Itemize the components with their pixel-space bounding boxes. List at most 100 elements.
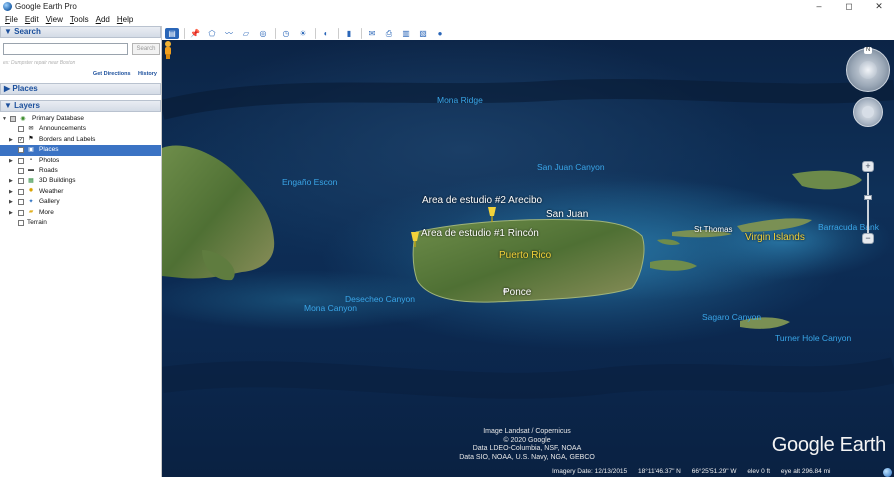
label-engano-escon: Engaño Escon — [282, 177, 338, 187]
layer-checkbox[interactable] — [18, 209, 24, 216]
polygon-icon[interactable]: ⬠ — [205, 28, 219, 39]
layer-label: Borders and Labels — [39, 135, 96, 143]
layer-checkbox[interactable] — [18, 219, 24, 226]
expand-arrow-icon[interactable]: ▶ — [9, 156, 15, 166]
toolbar: ▤ 📌 ⬠ 〰 ▱ ◎ ◷ ☀ ◐ ▮ ✉ ⎙ ▥ ▧ ● — [162, 26, 894, 40]
layer-checkbox[interactable] — [18, 167, 24, 174]
places-icon: ▣ — [28, 146, 34, 153]
label-virgin-islands[interactable]: Virgin Islands — [745, 232, 805, 243]
zoom-thumb[interactable] — [864, 195, 872, 200]
menu-file[interactable]: File — [5, 15, 18, 24]
expand-arrow-icon[interactable]: ▶ — [9, 135, 15, 145]
layer-checkbox[interactable] — [18, 126, 24, 133]
expand-arrow-icon[interactable]: ▶ — [9, 208, 15, 218]
layer-row-borders-labels[interactable]: ▶ ✓ ⚑ Borders and Labels — [0, 135, 161, 145]
image-overlay-icon[interactable]: ▱ — [239, 28, 253, 39]
collapse-arrow-icon[interactable]: ▼ — [2, 114, 8, 124]
earth-sphere-icon[interactable]: ● — [433, 28, 447, 39]
maximize-button[interactable]: ◻ — [834, 0, 864, 13]
layer-checkbox[interactable] — [18, 199, 24, 206]
map-view[interactable]: Mona Ridge San Juan Canyon Engaño Escon … — [162, 40, 894, 477]
planets-icon[interactable]: ◐ — [319, 28, 333, 39]
minimize-button[interactable]: – — [804, 0, 834, 13]
move-joystick-center[interactable] — [862, 106, 874, 118]
search-panel: ▼ Search Search ex: Dumpster repair near… — [0, 26, 161, 80]
email-icon[interactable]: ✉ — [365, 28, 379, 39]
placemark-icon[interactable]: 📌 — [188, 28, 202, 39]
print-icon[interactable]: ⎙ — [382, 28, 396, 39]
street-view-pegman-icon[interactable] — [162, 40, 174, 60]
menu-tools[interactable]: Tools — [70, 15, 89, 24]
expand-arrow-icon[interactable]: ▶ — [9, 187, 15, 197]
expand-arrow-icon[interactable]: ▶ — [9, 176, 15, 186]
history-link[interactable]: History — [138, 71, 157, 77]
layer-checkbox[interactable] — [18, 178, 24, 185]
layer-row-primary-database[interactable]: ▼ ◉ Primary Database — [0, 114, 161, 124]
label-study-area-2[interactable]: Area de estudio #2 Arecibo — [422, 195, 542, 206]
menu-help[interactable]: Help — [117, 15, 133, 24]
label-ponce[interactable]: Ponce — [503, 287, 531, 298]
layer-row-photos[interactable]: ▶ ▪ Photos — [0, 156, 161, 166]
close-button[interactable]: ✕ — [864, 0, 894, 13]
zoom-in-button[interactable]: + — [862, 161, 874, 172]
menu-view[interactable]: View — [46, 15, 63, 24]
maps-icon[interactable]: ▧ — [416, 28, 430, 39]
get-directions-link[interactable]: Get Directions — [93, 71, 131, 77]
layer-checkbox[interactable] — [18, 147, 24, 154]
search-input[interactable] — [3, 43, 128, 55]
layer-checkbox[interactable] — [18, 188, 24, 195]
layer-label: Roads — [39, 166, 58, 174]
expand-arrow-icon[interactable]: ▶ — [9, 197, 15, 207]
label-study-area-1[interactable]: Area de estudio #1 Rincón — [421, 228, 539, 239]
sidebar-toggle-icon[interactable]: ▤ — [165, 27, 179, 39]
layer-row-3d-buildings[interactable]: ▶ ▦ 3D Buildings — [0, 176, 161, 186]
longitude-readout: 66°25'51.29" W — [691, 468, 737, 475]
layer-row-terrain[interactable]: Terrain — [0, 218, 161, 228]
layer-row-places[interactable]: ▣ Places — [0, 145, 161, 156]
title-bar: Google Earth Pro – ◻ ✕ — [0, 0, 894, 13]
label-st-thomas[interactable]: St Thomas — [694, 225, 733, 234]
zoom-track[interactable] — [867, 173, 869, 233]
layer-row-announcements[interactable]: ✉ Announcements — [0, 124, 161, 134]
google-earth-watermark: Google Earth — [771, 434, 887, 456]
layer-row-roads[interactable]: ▬ Roads — [0, 166, 161, 176]
sunlight-icon[interactable]: ☀ — [296, 28, 310, 39]
label-turner-hole-canyon: Turner Hole Canyon — [775, 333, 852, 343]
ruler-icon[interactable]: ▮ — [342, 28, 356, 39]
historical-imagery-icon[interactable]: ◷ — [279, 28, 293, 39]
flag-icon: ⚑ — [28, 136, 34, 143]
label-san-juan[interactable]: San Juan — [546, 209, 588, 220]
tour-icon[interactable]: ◎ — [256, 28, 270, 39]
layers-panel-header[interactable]: ▼ Layers — [0, 100, 161, 112]
search-panel-header[interactable]: ▼ Search — [0, 26, 161, 38]
status-bar: Imagery Date: 12/13/2015 18°11'46.37" N … — [552, 468, 839, 475]
label-puerto-rico[interactable]: Puerto Rico — [499, 250, 551, 261]
layer-checkbox[interactable] — [10, 116, 16, 122]
places-panel-header[interactable]: ▶ Places — [0, 83, 161, 95]
label-san-juan-canyon: San Juan Canyon — [537, 162, 605, 172]
gallery-icon: ✦ — [28, 198, 34, 205]
zoom-out-button[interactable]: − — [862, 233, 874, 244]
trench-ridge — [162, 78, 894, 120]
layer-label: Gallery — [39, 198, 60, 206]
search-button[interactable]: Search — [132, 43, 160, 55]
save-image-icon[interactable]: ▥ — [399, 28, 413, 39]
menu-add[interactable]: Add — [96, 15, 110, 24]
move-joystick[interactable] — [853, 97, 883, 127]
path-icon[interactable]: 〰 — [222, 28, 236, 39]
menu-bar: File Edit View Tools Add Help — [0, 13, 894, 26]
layer-checkbox-checked[interactable]: ✓ — [18, 136, 24, 143]
menu-edit[interactable]: Edit — [25, 15, 39, 24]
toolbar-divider — [184, 27, 185, 39]
zoom-slider[interactable]: + − — [862, 161, 874, 245]
layer-row-gallery[interactable]: ▶ ✦ Gallery — [0, 197, 161, 207]
search-row: Search — [3, 43, 160, 55]
look-joystick-center[interactable] — [859, 61, 877, 79]
look-joystick[interactable]: N — [846, 47, 890, 92]
camera-icon: ▪ — [29, 157, 33, 164]
layer-row-more[interactable]: ▶ ▰ More — [0, 208, 161, 218]
layer-checkbox[interactable] — [18, 157, 24, 164]
north-compass-icon[interactable]: N — [864, 47, 872, 54]
layer-row-weather[interactable]: ▶ ✹ Weather — [0, 187, 161, 197]
imagery-attribution: Image Landsat / Copernicus © 2020 Google… — [432, 428, 622, 462]
